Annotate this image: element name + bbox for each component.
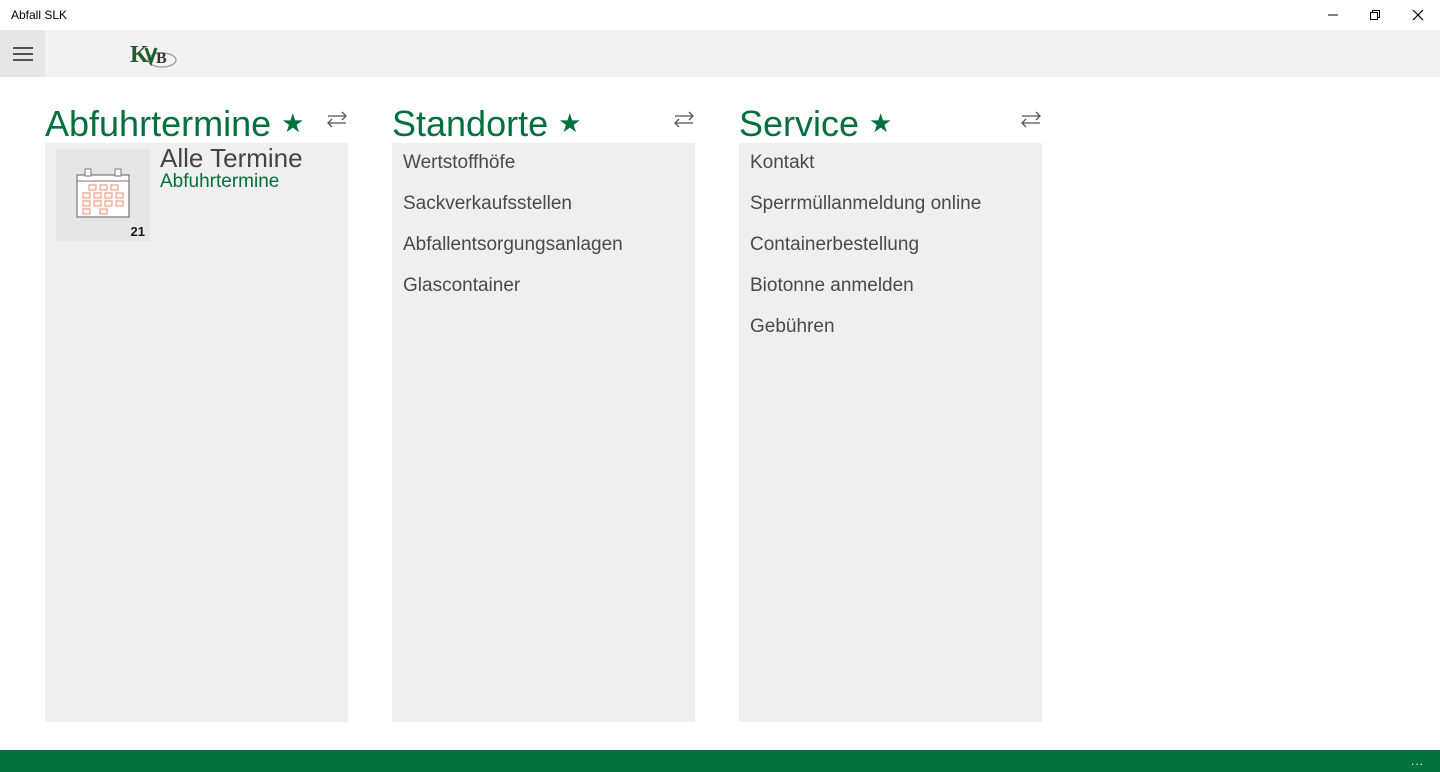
column-header: Abfuhrtermine ★ [45,100,348,145]
list-item-gebuehren[interactable]: Gebühren [750,316,835,338]
close-button[interactable] [1396,0,1440,30]
swap-icon[interactable] [673,110,695,128]
tile-count: 21 [130,224,145,239]
list-item-kontakt[interactable]: Kontakt [750,152,814,174]
minimize-icon [1328,14,1338,16]
hamburger-icon [12,46,33,61]
list-item-sperrmuell[interactable]: Sperrmüllanmeldung online [750,193,981,215]
list-item-biotonne[interactable]: Biotonne anmelden [750,275,914,297]
column-title[interactable]: Abfuhrtermine ★ [45,103,304,145]
menu-button[interactable] [0,30,45,77]
restore-button[interactable] [1353,0,1397,30]
star-icon[interactable]: ★ [281,108,304,138]
panel: Kontakt Sperrmüllanmeldung online Contai… [739,143,1042,722]
column-abfuhrtermine: Abfuhrtermine ★ 21 Alle Termine Abfuhrte… [45,100,348,722]
star-icon[interactable]: ★ [869,108,892,138]
column-title[interactable]: Service ★ [739,103,892,145]
list-item-wertstoffhoefe[interactable]: Wertstoffhöfe [403,152,515,174]
column-title[interactable]: Standorte ★ [392,103,581,145]
tile-subtitle: Abfuhrtermine [160,171,280,192]
column-standorte: Standorte ★ Wertstoffhöfe Sackverkaufsste… [392,100,695,722]
column-service: Service ★ Kontakt Sperrmüllanmeldung onli… [739,100,1042,722]
minimize-button[interactable] [1311,0,1355,30]
restore-icon [1370,10,1380,20]
logo: K B [130,40,178,68]
star-icon[interactable]: ★ [558,108,581,138]
more-icon[interactable]: ... [1411,754,1424,768]
app-header: K B [0,30,1440,77]
window-title: Abfall SLK [11,8,68,22]
column-header: Service ★ [739,100,1042,145]
close-icon [1412,9,1424,21]
list-item-sackverkaufsstellen[interactable]: Sackverkaufsstellen [403,193,572,215]
column-header: Standorte ★ [392,100,695,145]
calendar-tile[interactable]: 21 [56,149,150,241]
svg-text:K: K [130,42,149,68]
panel: 21 Alle Termine Abfuhrtermine [45,143,348,722]
panel: Wertstoffhöfe Sackverkaufsstellen Abfall… [392,143,695,722]
tile-title[interactable]: Alle Termine [160,143,303,174]
list-item-glascontainer[interactable]: Glascontainer [403,275,520,297]
list-item-abfallentsorgungsanlagen[interactable]: Abfallentsorgungsanlagen [403,234,623,256]
bottom-app-bar: ... [0,750,1440,772]
list-item-containerbestellung[interactable]: Containerbestellung [750,234,919,256]
swap-icon[interactable] [1020,110,1042,128]
svg-text:B: B [156,50,167,67]
window-title-bar: Abfall SLK [0,0,1440,30]
swap-icon[interactable] [326,110,348,128]
